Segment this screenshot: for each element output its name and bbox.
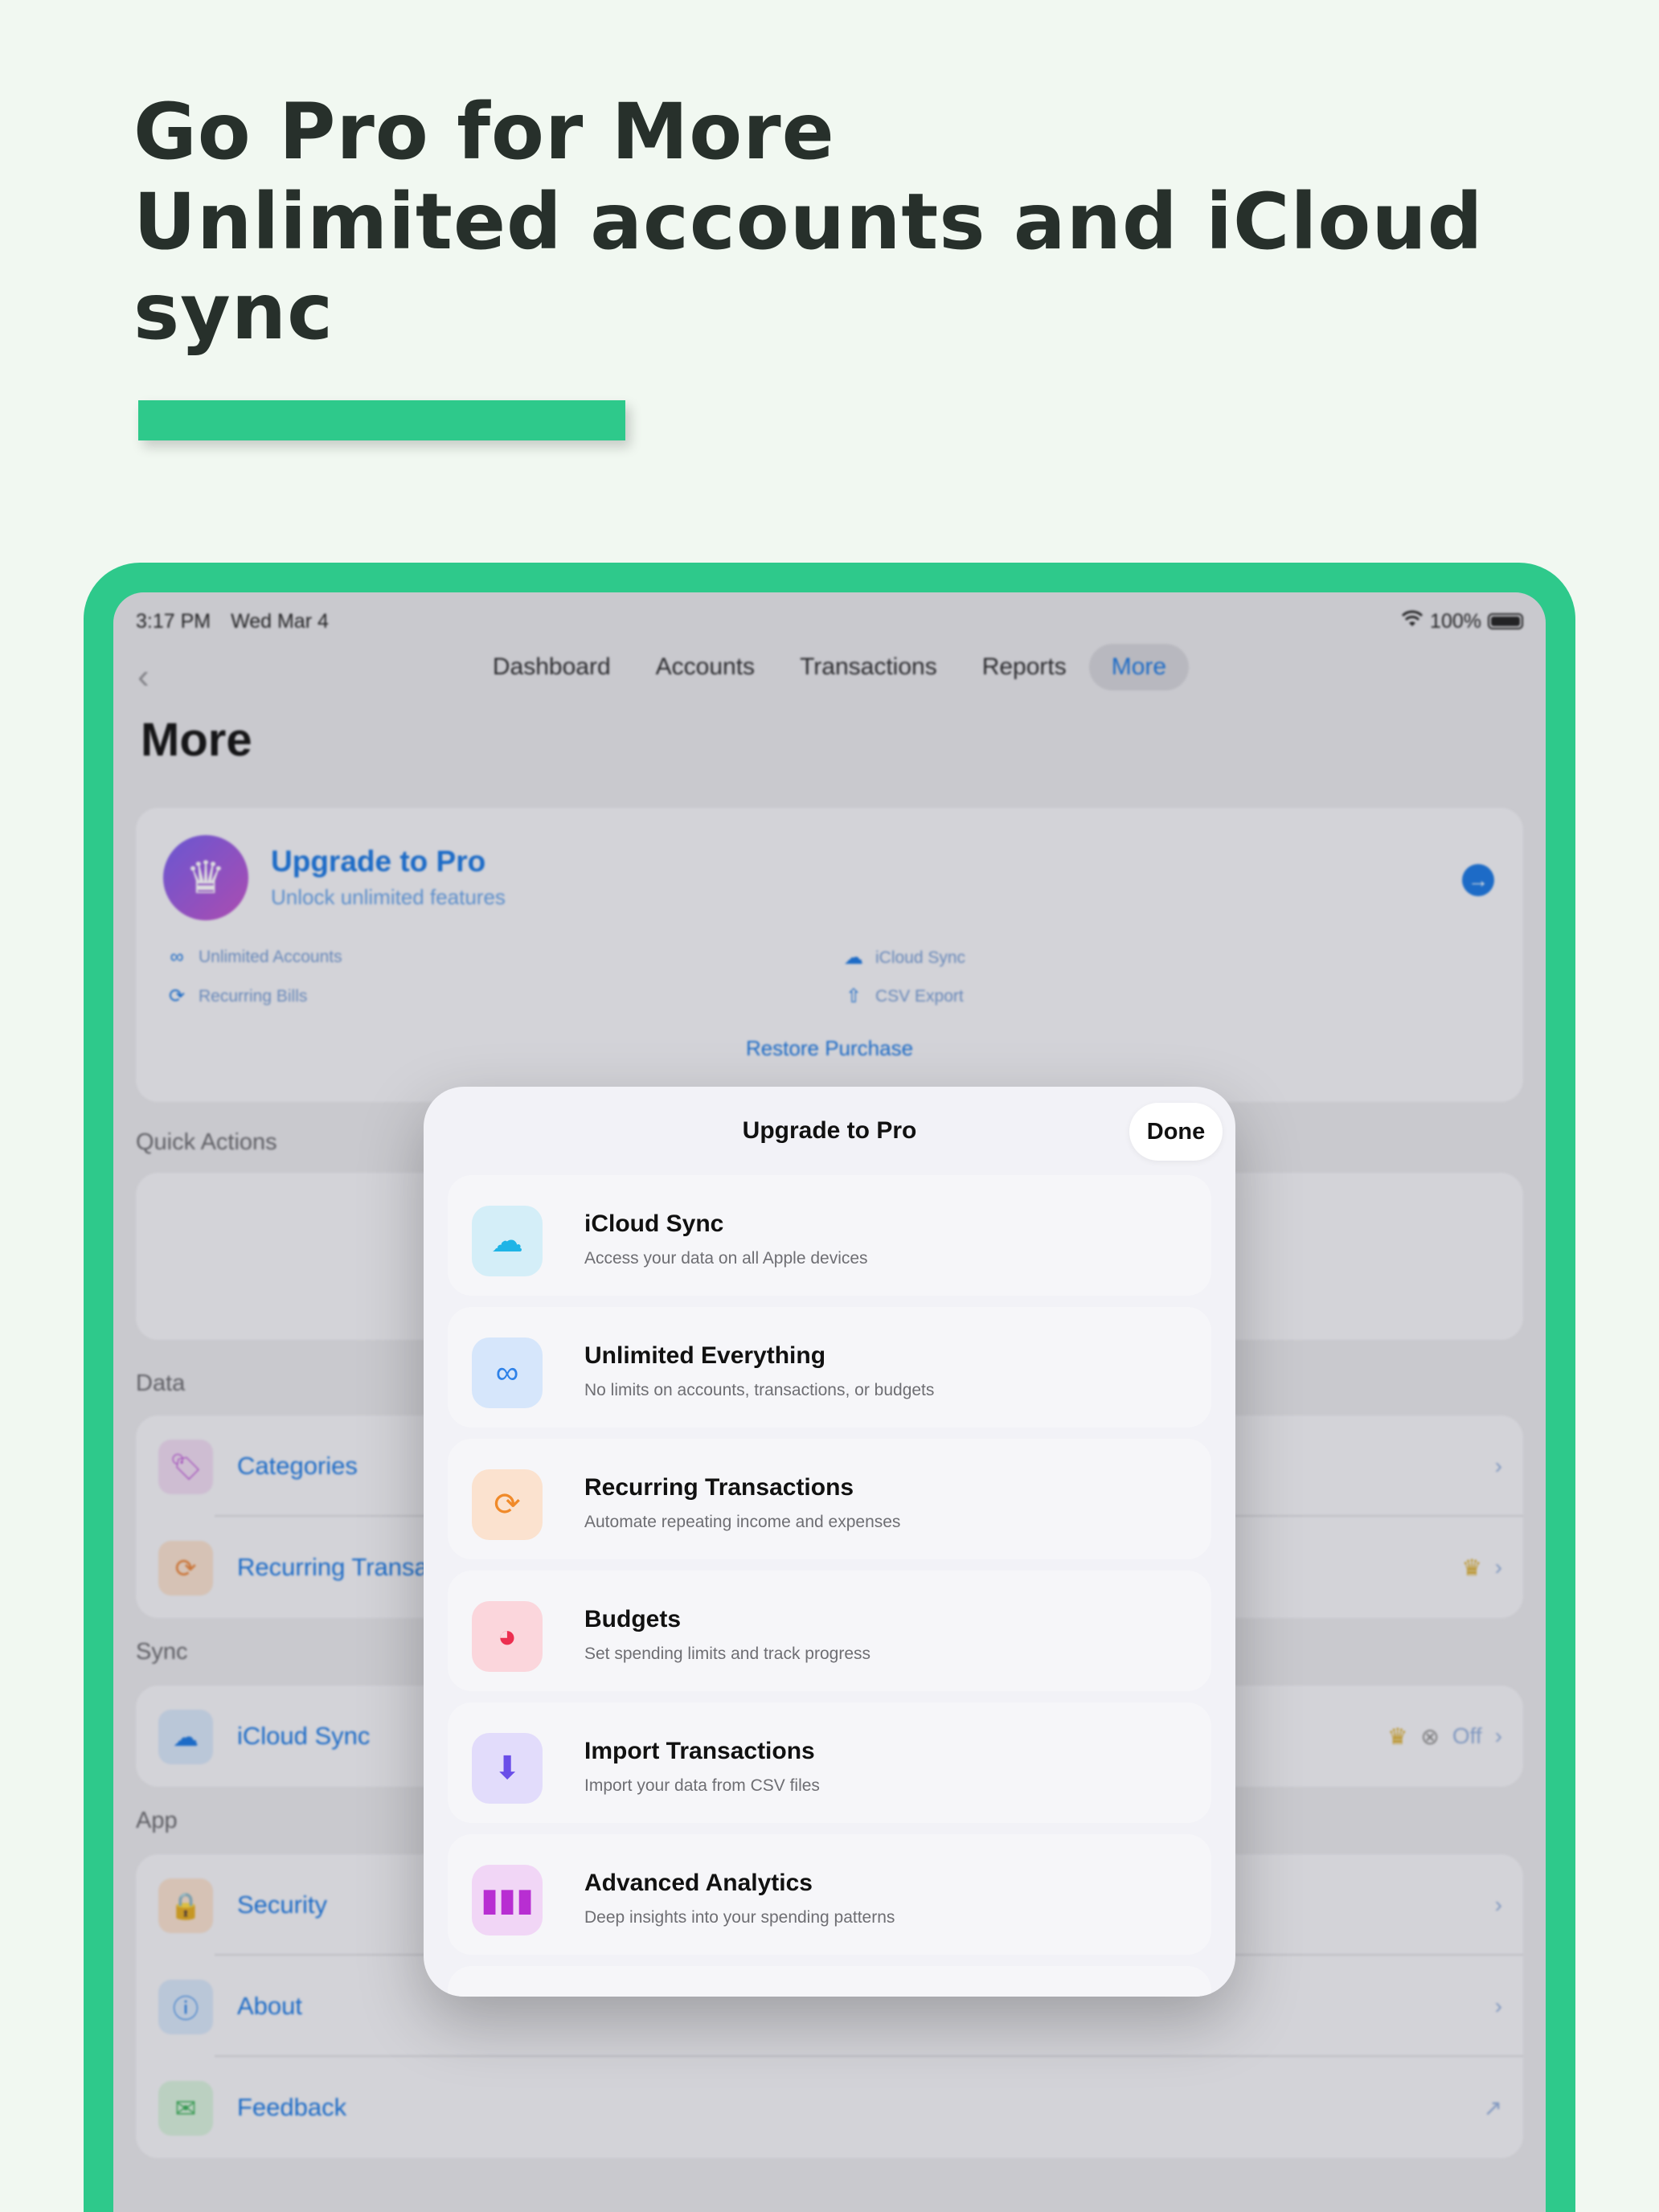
pro-feature-row: ⬇ Import Transactions Import your data f… — [448, 1702, 1211, 1823]
pro-feature-row: ☁ iCloud Sync Access your data on all Ap… — [448, 1175, 1211, 1296]
infinity-icon: ∞ — [472, 1337, 543, 1408]
pro-feature-subtitle: No limits on accounts, transactions, or … — [584, 1381, 935, 1399]
pro-feature-title: Advanced Analytics — [584, 1870, 813, 1896]
pie-chart-icon: ◕ — [472, 1601, 543, 1672]
pro-feature-row: ⟳ Recurring Transactions Automate repeat… — [448, 1439, 1211, 1559]
pro-feature-subtitle: Set spending limits and track progress — [584, 1645, 871, 1663]
import-icon: ⬇ — [472, 1733, 543, 1804]
cloud-icon: ☁ — [472, 1206, 543, 1276]
headline-line-2: Unlimited accounts and iCloud — [133, 177, 1484, 267]
pro-feature-row-partial — [448, 1966, 1211, 1997]
pro-feature-subtitle: Import your data from CSV files — [584, 1776, 820, 1795]
pro-feature-subtitle: Deep insights into your spending pattern… — [584, 1908, 895, 1927]
pro-feature-subtitle: Automate repeating income and expenses — [584, 1513, 901, 1531]
pro-feature-row: ◕ Budgets Set spending limits and track … — [448, 1571, 1211, 1691]
done-button[interactable]: Done — [1129, 1103, 1223, 1161]
pro-feature-row: ▮▮▮ Advanced Analytics Deep insights int… — [448, 1834, 1211, 1955]
bar-chart-icon: ▮▮▮ — [472, 1865, 543, 1936]
pro-feature-subtitle: Access your data on all Apple devices — [584, 1249, 868, 1268]
promo-headline: Go Pro for More Unlimited accounts and i… — [133, 87, 1580, 357]
pro-feature-title: Recurring Transactions — [584, 1474, 854, 1501]
modal-title: Upgrade to Pro — [742, 1117, 917, 1144]
pro-feature-title: Unlimited Everything — [584, 1342, 826, 1369]
repeat-icon: ⟳ — [472, 1469, 543, 1540]
pro-feature-title: Budgets — [584, 1606, 681, 1632]
pro-feature-title: iCloud Sync — [584, 1210, 724, 1237]
upgrade-modal: Upgrade to Pro Done ☁ iCloud Sync Access… — [424, 1087, 1235, 1997]
pro-feature-title: Import Transactions — [584, 1738, 815, 1764]
pro-feature-row: ∞ Unlimited Everything No limits on acco… — [448, 1307, 1211, 1428]
headline-line-1: Go Pro for More — [133, 87, 835, 177]
headline-underline — [138, 400, 625, 440]
headline-line-3: sync — [133, 267, 334, 357]
